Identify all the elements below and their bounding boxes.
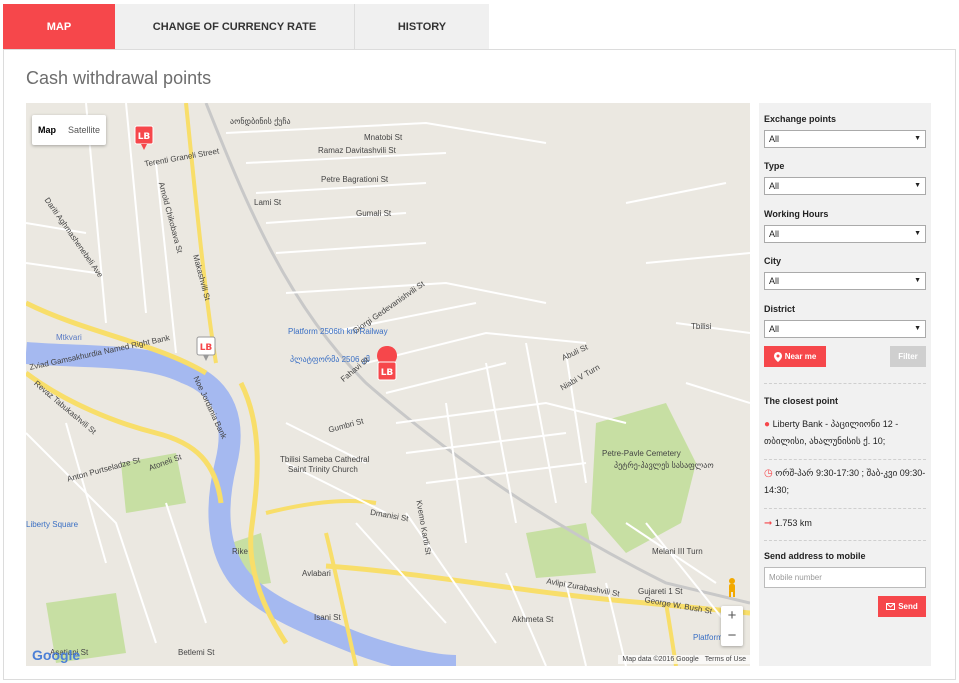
map-type-control: Map Satellite [32,115,107,145]
map-data-text: Map data ©2016 Google [622,656,699,663]
station-label: Platform [693,633,723,642]
street-label: Melani III Turn [652,547,703,556]
map-type-satellite-button[interactable]: Satellite [62,115,106,145]
station-label: Platform 2506th km Railway [288,327,388,336]
near-me-button[interactable]: Near me [764,346,826,367]
envelope-icon [886,603,896,610]
zoom-out-button[interactable]: − [721,626,743,646]
landmark-label: Saint Trinity Church [288,465,358,474]
working-hours-select[interactable]: All ▼ [764,225,926,243]
filter-button[interactable]: Filter [890,346,926,367]
map-attribution: Map data ©2016 Google Terms of Use [618,655,750,664]
type-select[interactable]: All ▼ [764,177,926,195]
send-button[interactable]: Send [878,596,926,617]
place-label: Avlabari [302,569,331,578]
tab-history[interactable]: HISTORY [355,4,489,49]
street-label: Mnatobi St [364,133,403,142]
street-label: Akhmeta St [512,615,554,624]
location-pin-icon [773,351,782,362]
dropdown-arrow-icon: ▼ [914,325,921,332]
send-to-mobile-title: Send address to mobile [764,551,866,561]
district-select[interactable]: All ▼ [764,320,926,338]
river-label: Mtkvari [56,333,82,342]
street-label: აონდბინის ქუჩა [230,117,291,126]
arrow-right-icon: ➞ [764,518,773,529]
divider [764,383,926,384]
tab-change-of-currency-rate[interactable]: CHANGE OF CURRENCY RATE [115,4,355,49]
mobile-number-input[interactable]: Mobile number [764,567,926,588]
landmark-label: Tbilisi Sameba Cathedral [280,455,370,464]
street-label: Lami St [254,198,282,207]
park-area [526,523,596,578]
tab-map[interactable]: MAP [3,4,115,49]
street-view-pegman-icon[interactable] [726,577,738,597]
exchange-points-select[interactable]: All ▼ [764,130,926,148]
closest-hours: ◷ ორშ-პარ 9:30-17:30 ; შაბ-კვი 09:30-14:… [764,468,926,495]
filter-sidebar: Exchange points All ▼ Type All ▼ Working H… [759,103,931,666]
street-label: Gumali St [356,209,392,218]
terms-of-use-link[interactable]: Terms of Use [705,656,746,663]
landmark-label: პეტრე-პავლეს სასაფლაო [614,461,714,470]
zoom-in-button[interactable]: + [721,606,743,626]
svg-text:LB: LB [138,132,151,142]
divider [764,508,926,509]
zoom-control: + − [721,606,743,646]
closest-distance: ➞ 1.753 km [764,518,812,529]
tab-bar: MAP CHANGE OF CURRENCY RATE HISTORY [3,4,489,49]
city-label: City [764,256,782,266]
dropdown-arrow-icon: ▼ [914,135,921,142]
type-label: Type [764,161,785,171]
city-select[interactable]: All ▼ [764,272,926,290]
street-label: Ramaz Davitashvili St [318,146,396,155]
park-cemetery [591,403,696,553]
place-label: Liberty Square [26,520,79,529]
map-canvas [26,103,750,666]
dropdown-arrow-icon: ▼ [914,277,921,284]
map-area[interactable]: Map Satellite აონდბინის ქუჩა Mnatobi St … [26,103,750,666]
closest-address: ● Liberty Bank - პაცილიონი 12 - თბილისი,… [764,419,899,446]
street-label: Petre Bagrationi St [321,175,389,184]
map-type-map-button[interactable]: Map [32,115,62,145]
svg-text:LB: LB [200,343,213,353]
page-title: Cash withdrawal points [26,68,212,88]
street-label: Isani St [314,613,341,622]
dropdown-arrow-icon: ▼ [914,182,921,189]
google-logo: Google [32,647,81,663]
city-label: Tbilisi [691,322,712,331]
place-label: Rike [232,547,249,556]
svg-text:LB: LB [381,368,394,378]
clock-icon: ◷ [764,468,773,479]
location-pin-icon: ● [764,419,771,430]
dropdown-arrow-icon: ▼ [914,230,921,237]
exchange-points-label: Exchange points [764,114,837,124]
landmark-label: Petre-Pavle Cemetery [602,449,681,458]
street-label: Betlemi St [178,648,215,657]
closest-point-title: The closest point [764,396,839,406]
working-hours-label: Working Hours [764,209,829,219]
divider [764,540,926,541]
street-label: Gujareti 1 St [638,587,683,596]
district-label: District [764,304,796,314]
divider [764,459,926,460]
